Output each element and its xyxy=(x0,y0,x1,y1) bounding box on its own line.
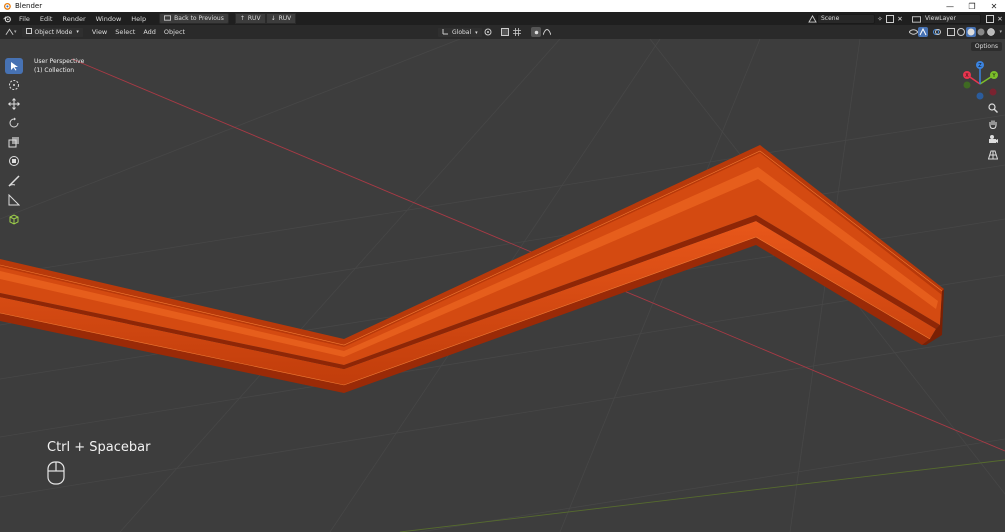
wireframe-shading-icon[interactable] xyxy=(956,27,966,37)
move-tool[interactable] xyxy=(5,96,23,112)
gizmo-y-negative xyxy=(963,81,971,89)
menu-view[interactable]: View xyxy=(88,28,111,36)
select-box-tool[interactable] xyxy=(5,58,23,74)
chevron-down-icon: ▾ xyxy=(76,29,79,35)
orientation-icon xyxy=(442,28,449,37)
orientation-label: Global xyxy=(452,29,472,36)
overlay-toggle-icon[interactable] xyxy=(932,27,942,37)
viewport-shading-group: ▾ xyxy=(908,27,1005,37)
pan-hand-icon[interactable] xyxy=(986,117,1000,131)
scene-selector-group: Scene ✧ ✕ ViewLayer ✕ xyxy=(807,12,1005,25)
xray-toggle-icon[interactable] xyxy=(946,27,956,37)
pin-icon[interactable]: ✧ xyxy=(875,14,885,24)
menu-select[interactable]: Select xyxy=(111,28,139,36)
snap-toggle-icon[interactable] xyxy=(500,27,510,37)
perspective-grid-icon[interactable] xyxy=(986,148,1000,162)
tool-toolbar xyxy=(5,58,24,230)
blender-logo-icon[interactable] xyxy=(0,12,14,25)
chevron-down-icon[interactable]: ▾ xyxy=(999,29,1002,35)
y-axis-line xyxy=(399,459,1005,532)
ruv-down-label: RUV xyxy=(278,15,292,22)
cursor-tool[interactable] xyxy=(5,77,23,93)
solid-shading-icon[interactable] xyxy=(966,27,977,37)
chevron-down-icon: ▾ xyxy=(14,29,17,35)
mouse-icon xyxy=(47,461,65,485)
viewport-scene[interactable] xyxy=(0,39,1005,532)
gizmo-z-negative xyxy=(976,92,984,100)
chevron-down-icon: ▾ xyxy=(475,29,478,36)
view-name: User Perspective xyxy=(34,58,85,65)
close-icon[interactable]: ✕ xyxy=(983,0,1005,12)
delete-scene-icon[interactable]: ✕ xyxy=(895,14,905,24)
ruv-down-button[interactable]: ↓ RUV xyxy=(265,13,297,24)
new-view-layer-icon[interactable] xyxy=(985,14,995,24)
window-title: Blender xyxy=(15,2,43,10)
menu-object[interactable]: Object xyxy=(160,28,189,36)
back-to-previous-button[interactable]: Back to Previous xyxy=(159,13,229,24)
options-button[interactable]: Options xyxy=(970,42,1002,51)
crown-molding-model xyxy=(0,145,944,393)
arrow-down-icon: ↓ xyxy=(270,15,276,22)
rotate-tool[interactable] xyxy=(5,115,23,131)
view-info: User Perspective (1) Collection xyxy=(34,57,84,75)
gizmo-toggle-icon[interactable] xyxy=(918,27,929,37)
add-cube-tool[interactable] xyxy=(5,211,23,227)
window-titlebar: Blender — ❐ ✕ xyxy=(0,0,1005,12)
minimize-icon[interactable]: — xyxy=(939,0,961,12)
gizmo-x-negative xyxy=(989,88,997,96)
viewport-header: ▾ Object Mode ▾ View Select Add Object G… xyxy=(0,25,1005,39)
material-shading-icon[interactable] xyxy=(976,27,986,37)
menu-file[interactable]: File xyxy=(14,15,35,23)
editor-type-icon[interactable] xyxy=(4,27,14,37)
keycast-display: Ctrl + Spacebar xyxy=(47,440,151,455)
ruv-group: ↑ RUV ↓ RUV xyxy=(234,13,297,24)
menu-add[interactable]: Add xyxy=(139,28,160,36)
delete-view-layer-icon[interactable]: ✕ xyxy=(995,14,1005,24)
screen-icon xyxy=(164,14,172,23)
transform-orientation-selector[interactable]: Global ▾ xyxy=(437,27,483,38)
mode-selector[interactable]: Object Mode ▾ xyxy=(20,26,84,38)
window-controls: — ❐ ✕ xyxy=(939,0,1005,12)
view-layer-icon[interactable] xyxy=(911,14,921,24)
menu-help[interactable]: Help xyxy=(126,15,151,23)
annotate-tool[interactable] xyxy=(5,173,23,189)
top-menubar: File Edit Render Window Help Back to Pre… xyxy=(0,12,1005,25)
menu-edit[interactable]: Edit xyxy=(35,15,58,23)
transform-tool[interactable] xyxy=(5,153,23,169)
measure-tool[interactable] xyxy=(5,192,23,208)
scale-tool[interactable] xyxy=(5,134,23,150)
collection-name: (1) Collection xyxy=(34,67,75,74)
menu-render[interactable]: Render xyxy=(57,15,90,23)
proportional-edit-icon[interactable] xyxy=(531,27,541,37)
rendered-shading-icon[interactable] xyxy=(986,27,996,37)
blender-app-icon xyxy=(2,1,12,11)
gizmo-z-label: Z xyxy=(978,63,982,69)
3d-viewport[interactable]: User Perspective (1) Collection Options … xyxy=(0,39,1005,532)
object-mode-icon xyxy=(25,28,32,36)
mode-label: Object Mode xyxy=(34,28,73,36)
back-to-previous-label: Back to Previous xyxy=(174,15,224,22)
gizmo-x-label: X xyxy=(965,73,969,79)
scene-icon[interactable] xyxy=(807,14,817,24)
camera-icon[interactable] xyxy=(986,132,1000,146)
scene-name-field[interactable]: Scene xyxy=(817,13,875,24)
new-scene-icon[interactable] xyxy=(885,14,895,24)
ruv-up-label: RUV xyxy=(247,15,261,22)
maximize-icon[interactable]: ❐ xyxy=(961,0,983,12)
menu-window[interactable]: Window xyxy=(91,15,127,23)
falloff-icon[interactable] xyxy=(542,27,552,37)
arrow-up-icon: ↑ xyxy=(239,15,245,22)
zoom-icon[interactable] xyxy=(986,101,1000,115)
visibility-icon[interactable] xyxy=(908,27,918,37)
pivot-point-icon[interactable] xyxy=(483,27,493,37)
view-layer-field[interactable]: ViewLayer xyxy=(921,13,981,24)
ruv-up-button[interactable]: ↑ RUV xyxy=(234,13,266,24)
snap-grid-icon[interactable] xyxy=(512,27,522,37)
